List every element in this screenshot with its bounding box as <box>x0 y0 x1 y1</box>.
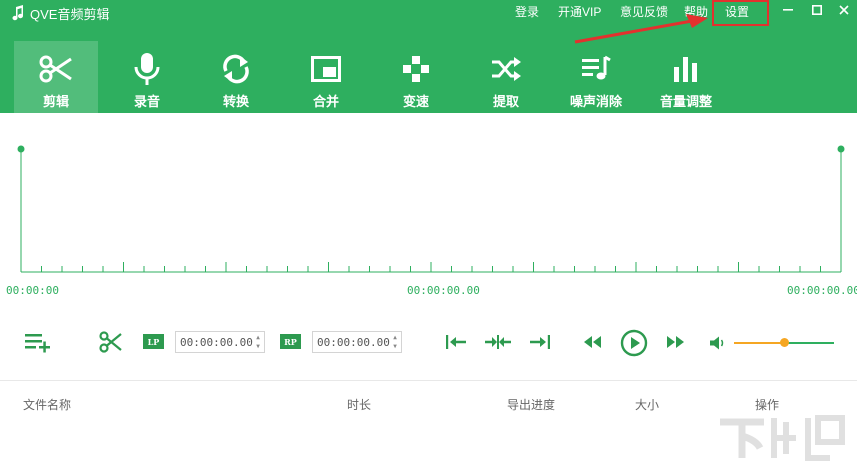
play-button[interactable] <box>619 328 649 358</box>
watermark-logo <box>720 415 845 461</box>
tab-record-label: 录音 <box>133 94 160 109</box>
fast-forward-button[interactable] <box>664 333 688 351</box>
lp-badge: LP <box>143 334 164 349</box>
split-icon <box>485 335 511 349</box>
maximize-icon <box>812 5 822 15</box>
waveform-area[interactable]: 00:00:00 00:00:00.00 00:00:00.00 <box>0 113 857 303</box>
lp-time-value: 00:00:00.00 <box>180 335 253 349</box>
scissors-icon <box>36 51 76 87</box>
cut-button[interactable] <box>98 330 124 354</box>
timeline-ruler <box>17 145 845 273</box>
column-duration[interactable]: 时长 <box>347 396 371 413</box>
tab-volume-adjust-label: 音量调整 <box>659 94 712 109</box>
convert-icon <box>216 51 256 87</box>
jump-end-icon <box>530 335 550 349</box>
jump-to-end-button[interactable] <box>527 332 553 352</box>
timeline-end-time: 00:00:00.00 <box>787 284 857 297</box>
tool-tabs: 剪辑 录音 转换 合并 变速 提取 噪声消除 音量调整 <box>0 41 857 113</box>
fast-forward-icon <box>667 336 684 348</box>
lp-spinner[interactable]: ▲ ▼ <box>254 334 262 350</box>
spin-up-icon[interactable]: ▲ <box>393 334 397 341</box>
jump-start-icon <box>446 335 466 349</box>
rp-spinner[interactable]: ▲ ▼ <box>391 334 399 350</box>
right-marker[interactable] <box>837 145 845 153</box>
minimize-button[interactable] <box>778 2 798 18</box>
tab-merge[interactable]: 合并 <box>284 41 368 113</box>
tab-cut-label: 剪辑 <box>42 94 69 109</box>
rewind-button[interactable] <box>580 333 604 351</box>
lp-time-input[interactable]: 00:00:00.00 ▲ ▼ <box>175 331 265 353</box>
spin-down-icon[interactable]: ▼ <box>393 343 397 350</box>
shuffle-icon <box>486 51 526 87</box>
tab-record[interactable]: 录音 <box>105 41 189 113</box>
tab-noise-removal-label: 噪声消除 <box>569 94 622 109</box>
merge-icon <box>306 51 346 87</box>
rp-time-value: 00:00:00.00 <box>317 335 390 349</box>
minimize-icon <box>783 9 793 11</box>
close-icon <box>839 5 849 15</box>
volume-slider-knob[interactable] <box>780 338 789 347</box>
settings-highlight-box <box>712 0 769 26</box>
volume-button[interactable] <box>708 334 726 352</box>
column-size[interactable]: 大小 <box>635 396 659 413</box>
noise-icon <box>576 51 616 87</box>
tab-extract[interactable]: 提取 <box>464 41 548 113</box>
microphone-icon <box>127 51 167 87</box>
volume-bars-icon <box>666 51 706 87</box>
left-marker[interactable] <box>17 145 25 153</box>
tab-convert-label: 转换 <box>222 94 249 109</box>
rp-time-input[interactable]: 00:00:00.00 ▲ ▼ <box>312 331 402 353</box>
volume-slider[interactable] <box>734 338 834 347</box>
add-file-button[interactable] <box>22 330 52 354</box>
column-export-progress[interactable]: 导出进度 <box>507 396 555 413</box>
close-button[interactable] <box>834 2 854 18</box>
speaker-icon <box>710 336 724 350</box>
tab-merge-label: 合并 <box>312 94 339 109</box>
add-list-icon <box>25 334 50 353</box>
play-circle-icon <box>620 329 648 357</box>
speed-icon <box>396 51 436 87</box>
timeline-start-time: 00:00:00 <box>6 284 59 297</box>
rewind-icon <box>584 336 601 348</box>
timeline-current-time: 00:00:00.00 <box>407 284 480 297</box>
volume-slider-fill <box>734 342 784 344</box>
rp-badge: RP <box>280 334 301 349</box>
tab-noise-removal[interactable]: 噪声消除 <box>554 41 638 113</box>
controls-bar: LP 00:00:00.00 ▲ ▼ RP 00:00:00.00 ▲ ▼ <box>0 322 857 362</box>
split-button[interactable] <box>484 332 512 352</box>
app-header: QVE音频剪辑 登录 开通VIP 意见反馈 帮助 设置 剪辑 录音 转换 合并 … <box>0 0 857 113</box>
jump-to-start-button[interactable] <box>443 332 469 352</box>
spin-up-icon[interactable]: ▲ <box>256 334 260 341</box>
tab-speed-label: 变速 <box>402 94 429 109</box>
tab-speed[interactable]: 变速 <box>374 41 458 113</box>
scissors-small-icon <box>99 331 122 353</box>
tab-convert[interactable]: 转换 <box>194 41 278 113</box>
tab-extract-label: 提取 <box>492 94 519 109</box>
tab-cut[interactable]: 剪辑 <box>14 41 98 113</box>
column-file-name[interactable]: 文件名称 <box>23 396 71 413</box>
login-link[interactable]: 登录 <box>515 4 539 20</box>
maximize-button[interactable] <box>807 2 827 18</box>
spin-down-icon[interactable]: ▼ <box>256 343 260 350</box>
tab-volume-adjust[interactable]: 音量调整 <box>644 41 728 113</box>
